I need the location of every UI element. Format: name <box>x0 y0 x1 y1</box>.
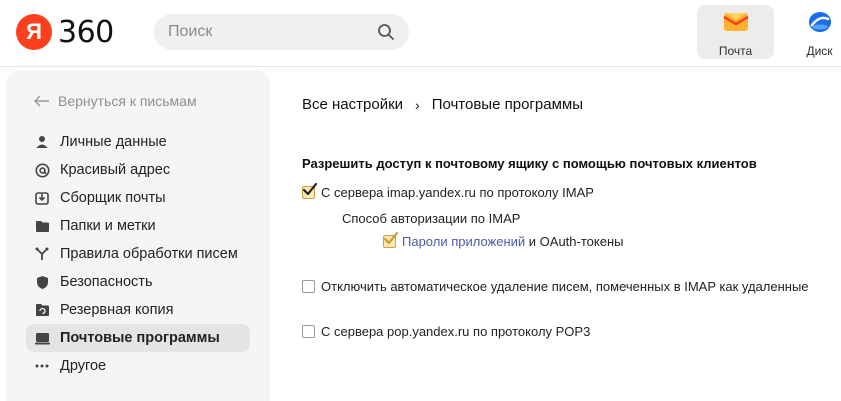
settings-sidebar: Вернуться к письмам Личные данные Красив… <box>6 70 270 401</box>
breadcrumb-root-link[interactable]: Все настройки <box>302 96 403 113</box>
sidebar-item-label: Безопасность <box>60 274 153 290</box>
sidebar-item-label: Сборщик почты <box>60 190 166 206</box>
sidebar-item-mail-clients[interactable]: Почтовые программы <box>26 324 250 352</box>
sidebar-item-backup[interactable]: Резервная копия <box>26 296 250 324</box>
person-icon <box>34 134 50 150</box>
pop3-checkbox[interactable] <box>302 325 315 338</box>
breadcrumb-current: Почтовые программы <box>431 96 583 113</box>
mail-icon <box>722 11 749 38</box>
search-input[interactable] <box>168 23 377 41</box>
pop3-option[interactable]: С сервера pop.yandex.ru по протоколу POP… <box>302 324 590 339</box>
app-disk-label: Диск <box>806 44 833 58</box>
imap-label: С сервера imap.yandex.ru по протоколу IM… <box>321 185 594 200</box>
settings-nav: Личные данные Красивый адрес Сборщик поч… <box>26 128 250 380</box>
app-disk-button[interactable]: Диск <box>798 5 841 59</box>
disable-autodelete-checkbox[interactable] <box>302 280 315 293</box>
inbox-download-icon <box>34 190 50 206</box>
search-box[interactable] <box>154 14 409 50</box>
back-label: Вернуться к письмам <box>58 93 197 109</box>
yandex-360-logo[interactable]: Я 360 <box>16 14 114 50</box>
auth-method-label: Способ авторизации по IMAP <box>342 211 520 226</box>
folder-icon <box>34 218 50 234</box>
imap-checkbox[interactable] <box>302 182 318 199</box>
mail-client-icon <box>34 330 50 346</box>
sidebar-item-label: Папки и метки <box>60 218 156 234</box>
at-icon <box>34 162 50 178</box>
logo-letter: Я <box>16 14 52 50</box>
settings-main: Все настройки › Почтовые программы Разре… <box>270 67 841 401</box>
sidebar-item-nice-address[interactable]: Красивый адрес <box>26 156 250 184</box>
sidebar-item-label: Почтовые программы <box>60 330 220 346</box>
app-mail-button[interactable]: Почта <box>697 5 774 59</box>
sidebar-item-mail-collector[interactable]: Сборщик почты <box>26 184 250 212</box>
backup-folder-icon <box>34 302 50 318</box>
back-to-mail-link[interactable]: Вернуться к письмам <box>34 93 197 109</box>
oauth-tokens-text: и OAuth-токены <box>525 234 624 249</box>
disk-icon <box>807 11 833 38</box>
arrow-left-icon <box>34 95 49 107</box>
auth-method-text: Способ авторизации по IMAP <box>342 211 521 226</box>
logo-text: 360 <box>58 14 114 50</box>
breadcrumb-separator: › <box>415 96 420 113</box>
app-mail-label: Почта <box>718 44 753 58</box>
sidebar-item-rules[interactable]: Правила обработки писем <box>26 240 250 268</box>
breadcrumb: Все настройки › Почтовые программы <box>302 96 583 113</box>
section-title: Разрешить доступ к почтовому ящику с пом… <box>302 156 757 171</box>
sidebar-item-personal-data[interactable]: Личные данные <box>26 128 250 156</box>
imap-option[interactable]: С сервера imap.yandex.ru по протоколу IM… <box>302 182 594 200</box>
shield-icon <box>34 274 50 290</box>
sidebar-item-label: Резервная копия <box>60 302 174 318</box>
app-passwords-option[interactable]: Пароли приложений и OAuth-токены <box>383 232 624 249</box>
sidebar-item-label: Личные данные <box>60 134 167 150</box>
pop3-label: С сервера pop.yandex.ru по протоколу POP… <box>321 324 591 339</box>
search-icon[interactable] <box>377 23 395 41</box>
top-header: Я 360 Почта Диск <box>0 0 841 66</box>
app-passwords-checkbox[interactable] <box>383 232 398 248</box>
checkmark-icon <box>384 232 398 244</box>
sidebar-item-label: Другое <box>60 358 107 374</box>
app-passwords-link[interactable]: Пароли приложений <box>402 234 525 249</box>
disable-autodelete-label: Отключить автоматическое удаление писем,… <box>321 279 809 294</box>
sidebar-item-other[interactable]: Другое <box>26 352 250 380</box>
rules-fork-icon <box>34 246 50 262</box>
checkmark-icon <box>302 182 318 196</box>
disable-autodelete-option[interactable]: Отключить автоматическое удаление писем,… <box>302 279 809 294</box>
more-dots-icon <box>34 358 50 374</box>
sidebar-item-folders-labels[interactable]: Папки и метки <box>26 212 250 240</box>
sidebar-item-label: Красивый адрес <box>60 162 171 178</box>
sidebar-item-label: Правила обработки писем <box>60 246 238 262</box>
sidebar-item-security[interactable]: Безопасность <box>26 268 250 296</box>
